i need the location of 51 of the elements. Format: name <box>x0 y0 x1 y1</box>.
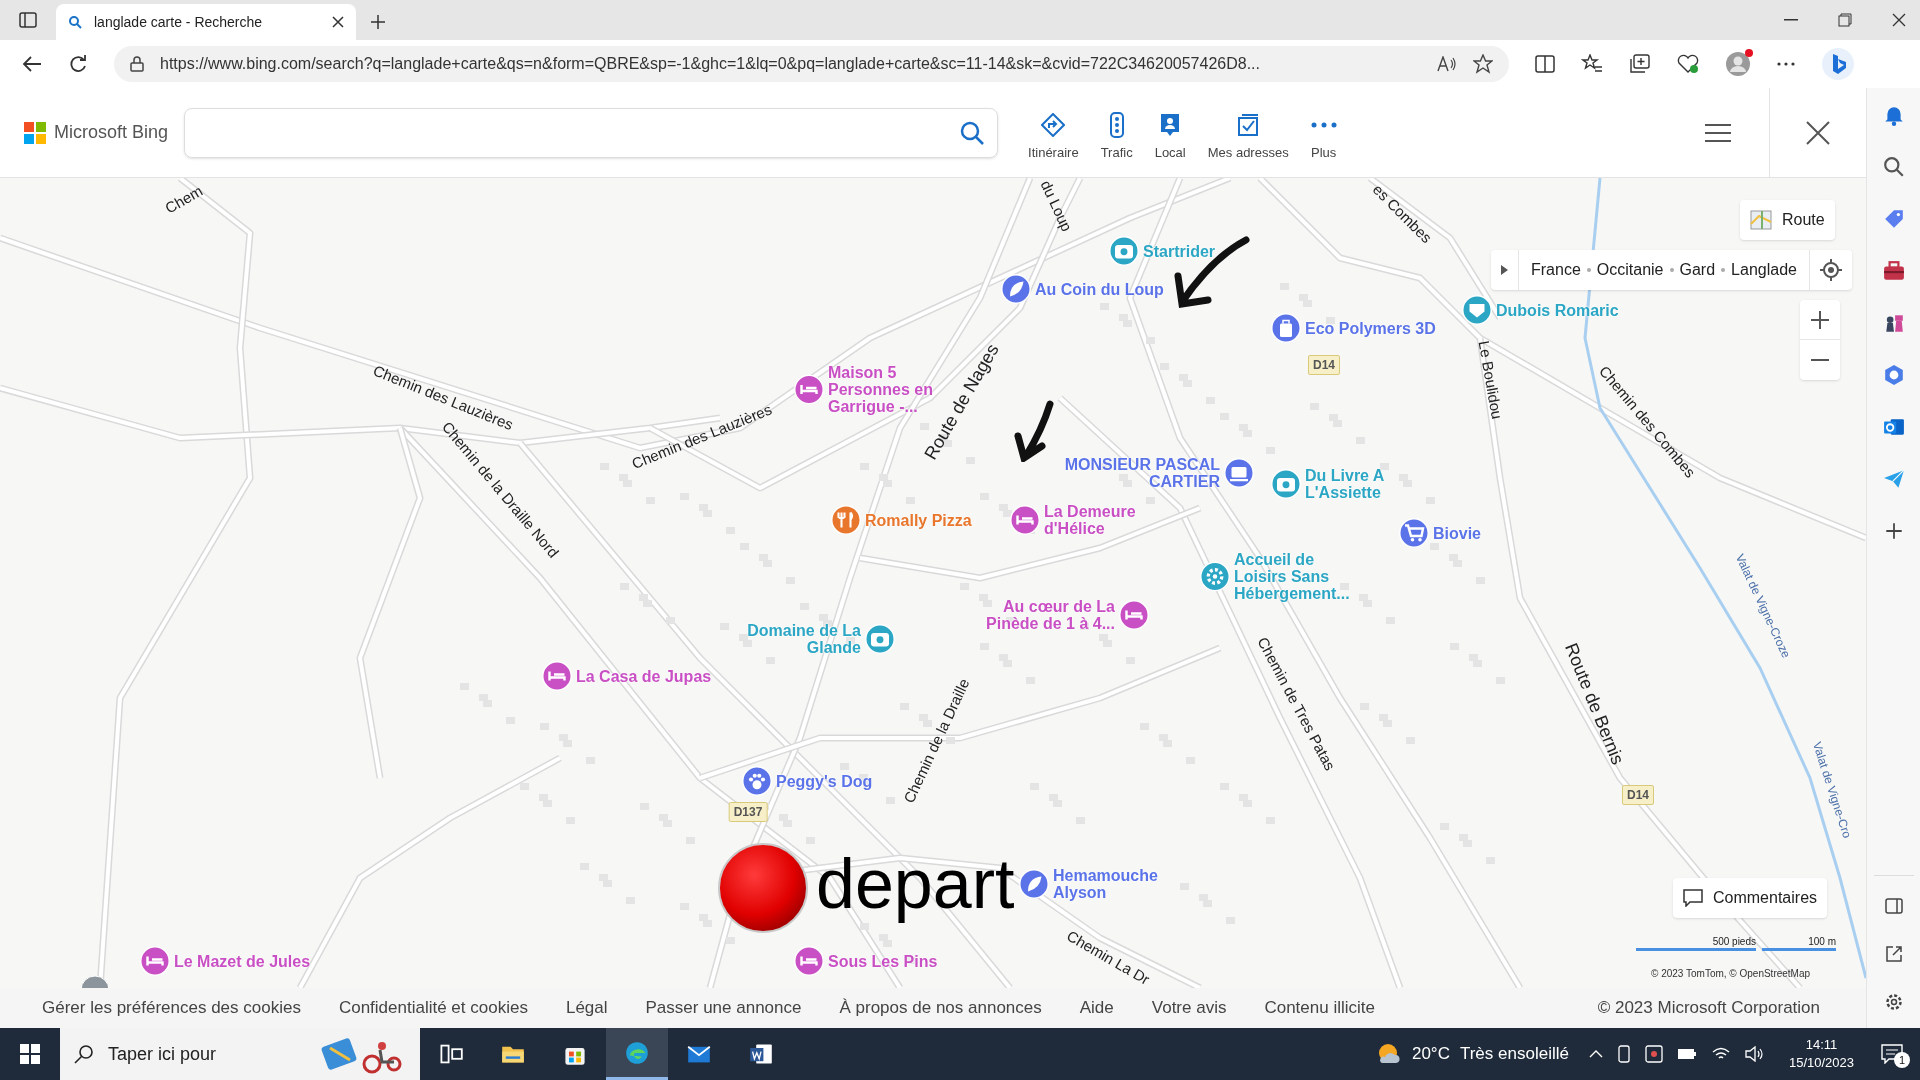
road-number-sign: D14 <box>1622 785 1654 805</box>
footer-link[interactable]: Gérer les préférences des cookies <box>42 995 301 1021</box>
place-label[interactable]: La Casa de Jupas <box>576 667 712 685</box>
road-label: du Loup <box>1036 178 1077 236</box>
weather-widget[interactable]: 20°C Très ensoleillé <box>1375 1041 1589 1067</box>
place-label[interactable]: Sous Les Pins <box>828 952 938 970</box>
road-label: Chem <box>161 181 207 219</box>
place-label[interactable]: Au Coin du Loup <box>1035 280 1164 298</box>
notification-count: 1 <box>1894 1052 1910 1068</box>
clock[interactable]: 14:11 15/10/2023 <box>1778 1036 1864 1072</box>
footer-link[interactable]: Confidentialité et cookies <box>338 995 528 1021</box>
marker-label: depart <box>816 844 1015 925</box>
place-label[interactable]: Hemamouche Alyson <box>1053 867 1163 901</box>
scale-bar: 100 m <box>1762 936 1836 951</box>
road-number-sign: D137 <box>728 802 768 822</box>
place-label[interactable]: MONSIEUR PASCAL CARTIER <box>1060 456 1220 490</box>
place-label[interactable]: Peggy's Dog <box>776 772 873 790</box>
feedback-button[interactable]: Commentaires <box>1673 878 1828 918</box>
nav-tab[interactable]: Plus <box>1300 102 1347 163</box>
map-style-button[interactable]: Route <box>1740 200 1835 240</box>
scale-bar: 500 pieds <box>1636 936 1756 951</box>
url-text: https://www.bing.com/search?q=langlade+carte&qs=n&form=QBRE&sp=-1&ghc=1&lq=0&pq=langlade+carte&sc=11-14&sk=&cvid=722C34620057426D8... <box>160 54 1261 74</box>
road-number-sign: D14 <box>1308 355 1340 375</box>
road-label: Le Boulidou <box>1474 339 1507 421</box>
browser-tab[interactable]: langlade carte - Recherche <box>56 4 356 40</box>
place-label[interactable]: Eco Polymers 3D <box>1305 319 1436 337</box>
bing-logo[interactable]: Microsoft Bing <box>24 119 169 146</box>
breadcrumb-link[interactable]: Gard <box>1679 258 1716 282</box>
footer-link[interactable]: Aide <box>1079 995 1114 1021</box>
breadcrumb-link[interactable]: Langlade <box>1731 258 1797 282</box>
address-bar[interactable]: https://www.bing.com/search?q=langlade+carte&qs=n&form=QBRE&sp=-1&ghc=1&lq=0&pq=langlade+carte&sc=11-14&sk=&cvid=722C34620057426D8... <box>114 46 1509 82</box>
taskbar-search-field[interactable]: Taper ici pour <box>60 1028 420 1080</box>
nav-tab[interactable]: Itinéraire <box>1018 102 1089 163</box>
map-attribution: © 2023 TomTom, © OpenStreetMap <box>1651 967 1811 981</box>
place-label[interactable]: Biovie <box>1433 524 1481 542</box>
footer-link[interactable]: Passer une annonce <box>645 995 802 1021</box>
breadcrumb-link[interactable]: Occitanie <box>1596 258 1664 282</box>
footer-copyright: © 2023 Microsoft Corporation <box>1597 997 1821 1020</box>
place-label[interactable]: Le Mazet de Jules <box>174 952 311 970</box>
nav-tab[interactable]: Mes adresses <box>1197 102 1299 163</box>
nav-tab[interactable]: Trafic <box>1090 102 1143 163</box>
road-label: Route de Bernis <box>1560 639 1629 769</box>
place-label[interactable]: Maison 5 Personnes en Garrigue -... <box>828 363 938 415</box>
footer-link[interactable]: À propos de nos annonces <box>839 995 1042 1021</box>
footer-link[interactable]: Contenu illicite <box>1264 995 1375 1021</box>
footer-link[interactable]: Votre avis <box>1151 995 1227 1021</box>
place-label[interactable]: Au cœur de La Pinède de 1 à 4... <box>965 598 1115 632</box>
breadcrumb-link[interactable]: France <box>1531 258 1581 282</box>
nav-tab[interactable]: Local <box>1144 102 1196 163</box>
place-label[interactable]: La Demeure d'Hélice <box>1044 503 1144 537</box>
footer-link[interactable]: Légal <box>565 995 608 1021</box>
